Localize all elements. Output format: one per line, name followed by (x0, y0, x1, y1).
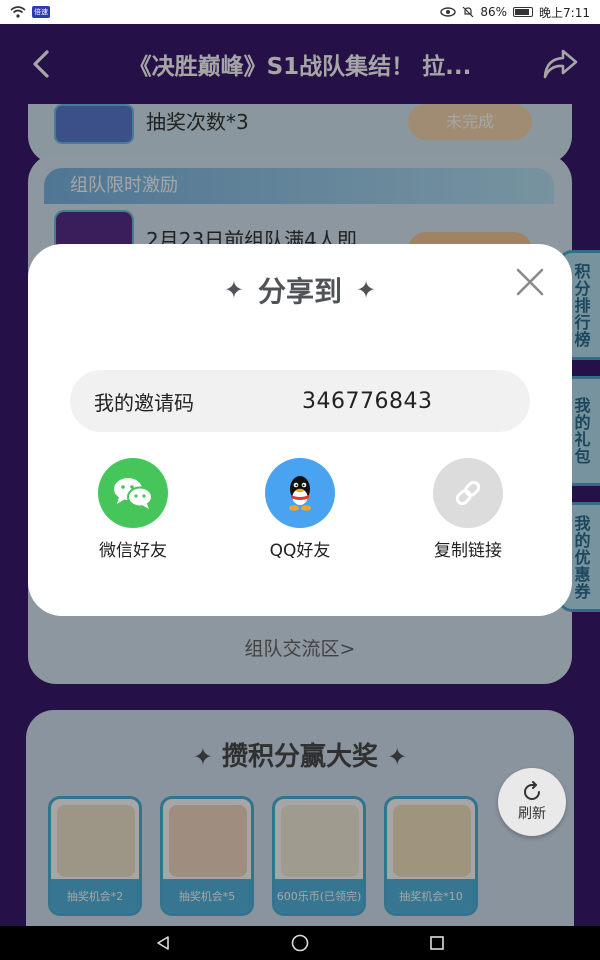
invite-code-label: 我的邀请码 (94, 390, 194, 415)
close-icon (516, 268, 544, 296)
eye-icon (440, 7, 457, 17)
battery-icon (513, 7, 534, 17)
nav-home-icon[interactable] (291, 934, 309, 952)
qq-icon (265, 458, 335, 528)
mute-bell-icon (462, 6, 474, 18)
app-badge: 倍速 (32, 6, 50, 18)
share-wechat-button[interactable]: 微信好友 (73, 458, 193, 561)
sparkle-icon: ✦ (223, 276, 244, 304)
copy-link-label: 复制链接 (434, 541, 502, 561)
status-bar: 倍速 86% 晚上7:11 (0, 0, 600, 24)
system-nav-bar (0, 926, 600, 960)
close-button[interactable] (514, 266, 546, 298)
status-right: 86% 晚上7:11 (440, 4, 590, 21)
invite-code-value[interactable]: 346776843 (302, 389, 432, 414)
share-wechat-label: 微信好友 (99, 541, 167, 561)
share-qq-button[interactable]: QQ好友 (240, 458, 360, 561)
refresh-icon (524, 781, 540, 800)
nav-back-icon[interactable] (155, 935, 171, 951)
dialog-title-text: 分享到 (257, 275, 342, 308)
battery-percent: 86% (480, 5, 508, 19)
sparkle-icon: ✦ (356, 276, 377, 304)
wifi-icon (10, 6, 26, 18)
wechat-icon (98, 458, 168, 528)
refresh-label: 刷新 (518, 806, 546, 822)
link-icon (433, 458, 503, 528)
clock: 晚上7:11 (539, 5, 590, 20)
share-qq-label: QQ好友 (269, 541, 331, 561)
status-left: 倍速 (10, 6, 50, 18)
refresh-button[interactable]: 刷新 (498, 768, 566, 836)
nav-recents-icon[interactable] (429, 935, 445, 951)
share-dialog: ✦ 分享到 ✦ 我的邀请码 346776843 微信好友 QQ好友 复制链接 (28, 244, 572, 616)
copy-link-button[interactable]: 复制链接 (408, 458, 528, 561)
dialog-title: ✦ 分享到 ✦ (28, 270, 572, 310)
invite-code-row: 我的邀请码 346776843 (70, 370, 530, 432)
